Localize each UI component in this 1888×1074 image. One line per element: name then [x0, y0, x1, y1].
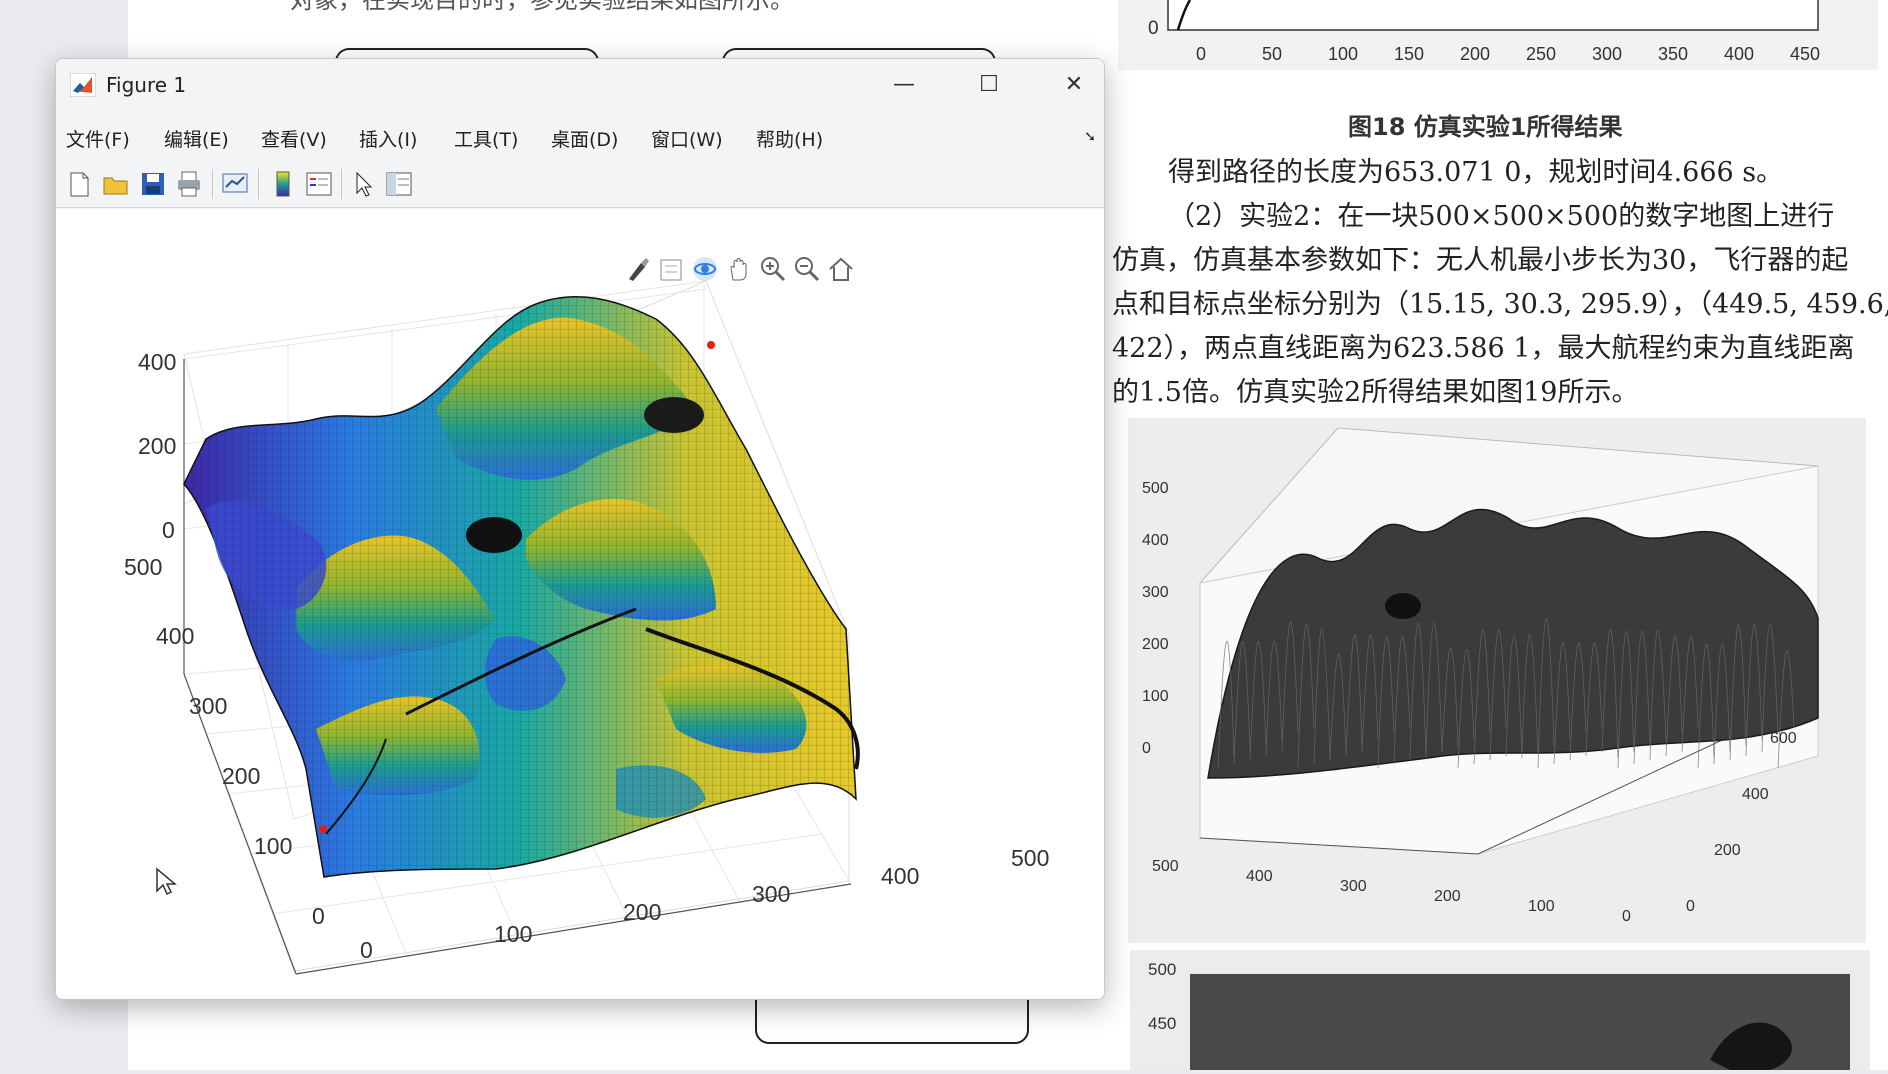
gray-ytick: 600: [1770, 730, 1797, 747]
gray-ztick: 300: [1142, 584, 1169, 601]
gray-xtick: 500: [1152, 858, 1179, 875]
figure18-caption: 图18 仿真实验1所得结果: [1348, 113, 1623, 141]
xtick-300: 300: [752, 881, 791, 907]
restore-view-icon[interactable]: [826, 254, 856, 284]
fig18-xtick: 450: [1790, 44, 1821, 64]
figure-menubar: 文件(F) 编辑(E) 查看(V) 插入(I) 工具(T) 桌面(D) 窗口(W…: [56, 117, 1104, 157]
gray-xtick: 0: [1622, 908, 1631, 925]
insert-colorbar-icon[interactable]: [268, 169, 298, 199]
figure19-gray-surface: 500 400 300 200 100 0 500 400 300 200 100 0 0 200 40…: [1128, 418, 1866, 943]
fig20-ytick-500: 500: [1148, 960, 1177, 979]
menu-edit[interactable]: 编辑(E): [164, 125, 229, 152]
fig18-xtick: 250: [1526, 44, 1557, 64]
menu-desktop[interactable]: 桌面(D): [551, 125, 618, 152]
ytick-100: 100: [254, 833, 293, 859]
datatip-icon[interactable]: [656, 254, 686, 284]
fig18-xtick: 400: [1724, 44, 1755, 64]
fig18-xtick: 200: [1460, 44, 1491, 64]
new-file-icon[interactable]: [64, 169, 94, 199]
menu-window[interactable]: 窗口(W): [651, 125, 723, 152]
gray-xtick: 100: [1528, 898, 1555, 915]
fig18-xtick: 100: [1328, 44, 1359, 64]
menu-help[interactable]: 帮助(H): [756, 125, 823, 152]
zoom-in-icon[interactable]: [758, 254, 788, 284]
print-icon[interactable]: [174, 169, 204, 199]
doc-para-line-5: 422），两点直线距离为623.586 1，最大航程约束为直线距离: [1112, 333, 1855, 364]
fig18-xtick: 300: [1592, 44, 1623, 64]
doc-para-line-3: 仿真，仿真基本参数如下：无人机最小步长为30，飞行器的起: [1112, 245, 1849, 276]
ztick-0: 0: [162, 517, 175, 543]
ztick-400: 400: [138, 349, 177, 375]
gray-ytick: 200: [1714, 842, 1741, 859]
gray-ytick: 0: [1686, 898, 1695, 915]
figure-titlebar[interactable]: Figure 1 — ☐ ✕: [56, 59, 1104, 111]
gray-ytick: 400: [1742, 786, 1769, 803]
gray-ztick: 500: [1142, 480, 1169, 497]
open-folder-icon[interactable]: [101, 169, 131, 199]
matlab-logo-icon: [70, 73, 96, 97]
ztick-200: 200: [138, 433, 177, 459]
figure20-gray-partial: 500 450: [1130, 950, 1870, 1074]
figure18-axis-strip: 0 0 50 100 150 200 250 300 350 400 450: [1118, 0, 1878, 70]
menu-file[interactable]: 文件(F): [66, 125, 130, 152]
gray-xtick: 300: [1340, 878, 1367, 895]
ytick-300: 300: [189, 693, 228, 719]
xtick-100: 100: [494, 921, 533, 947]
close-button[interactable]: ✕: [1044, 65, 1104, 105]
mouse-cursor-icon: [156, 867, 177, 896]
figure20-svg: [1190, 974, 1850, 1074]
maximize-button[interactable]: ☐: [959, 65, 1019, 105]
rotate-3d-icon[interactable]: [690, 254, 720, 284]
matlab-figure-window[interactable]: Figure 1 — ☐ ✕ 文件(F) 编辑(E) 查看(V) 插入(I) 工…: [55, 58, 1105, 1000]
property-inspector-icon[interactable]: [384, 169, 414, 199]
pan-icon[interactable]: [724, 254, 754, 284]
zoom-out-icon[interactable]: [792, 254, 822, 284]
figure18-axis-svg: [1167, 0, 1819, 31]
xtick-400: 400: [881, 863, 920, 889]
save-icon[interactable]: [138, 169, 168, 199]
xtick-200: 200: [623, 899, 662, 925]
menubar-overflow-icon[interactable]: ➘: [1084, 129, 1096, 145]
gray-ztick: 200: [1142, 636, 1169, 653]
surface-plot-svg[interactable]: [56, 209, 1104, 999]
ytick-0: 0: [312, 903, 325, 929]
edit-plot-icon[interactable]: [348, 169, 378, 199]
minimize-button[interactable]: —: [874, 65, 934, 105]
figure-toolbar: [56, 159, 1104, 208]
xtick-500: 500: [1011, 845, 1050, 871]
menu-view[interactable]: 查看(V): [261, 125, 327, 152]
doc-para-line-4: 点和目标点坐标分别为（15.15, 30.3, 295.9），（449.5, 4…: [1112, 289, 1888, 320]
brush-icon[interactable]: [623, 254, 653, 284]
ytick-200: 200: [222, 763, 261, 789]
fig18-xtick: 350: [1658, 44, 1689, 64]
link-plot-icon[interactable]: [220, 169, 250, 199]
ytick-500: 500: [124, 554, 163, 580]
doc-para-line-1: 得到路径的长度为653.071 0，规划时间4.666 s。: [1168, 157, 1784, 188]
fig18-xtick: 150: [1394, 44, 1425, 64]
doc-para-line-6: 的1.5倍。仿真实验2所得结果如图19所示。: [1112, 377, 1639, 408]
menu-insert[interactable]: 插入(I): [359, 125, 417, 152]
xtick-0: 0: [360, 937, 373, 963]
doc-para-line-2: （2）实验2：在一块500×500×500的数字地图上进行: [1168, 201, 1835, 232]
gray-ztick: 400: [1142, 532, 1169, 549]
gray-xtick: 200: [1434, 888, 1461, 905]
figure19-surface-svg: [1199, 427, 1819, 855]
menu-tools[interactable]: 工具(T): [454, 125, 518, 152]
fig18-ytick-0: 0: [1148, 18, 1159, 39]
fig18-xtick: 0: [1196, 44, 1207, 64]
gray-ztick: 0: [1142, 740, 1151, 757]
fig18-xtick: 50: [1262, 44, 1283, 64]
figure-title: Figure 1: [106, 73, 187, 97]
doc-top-partial-line: 对象，在实现目的时，参见实验结果如图所示。: [290, 0, 794, 14]
gray-ztick: 100: [1142, 688, 1169, 705]
ytick-400: 400: [156, 623, 195, 649]
insert-legend-icon[interactable]: [304, 169, 334, 199]
fig20-ytick-450: 450: [1148, 1014, 1177, 1033]
gray-xtick: 400: [1246, 868, 1273, 885]
axes-area[interactable]: 400 200 0 500 400 300 200 100 0 0 100 20…: [56, 209, 1104, 999]
